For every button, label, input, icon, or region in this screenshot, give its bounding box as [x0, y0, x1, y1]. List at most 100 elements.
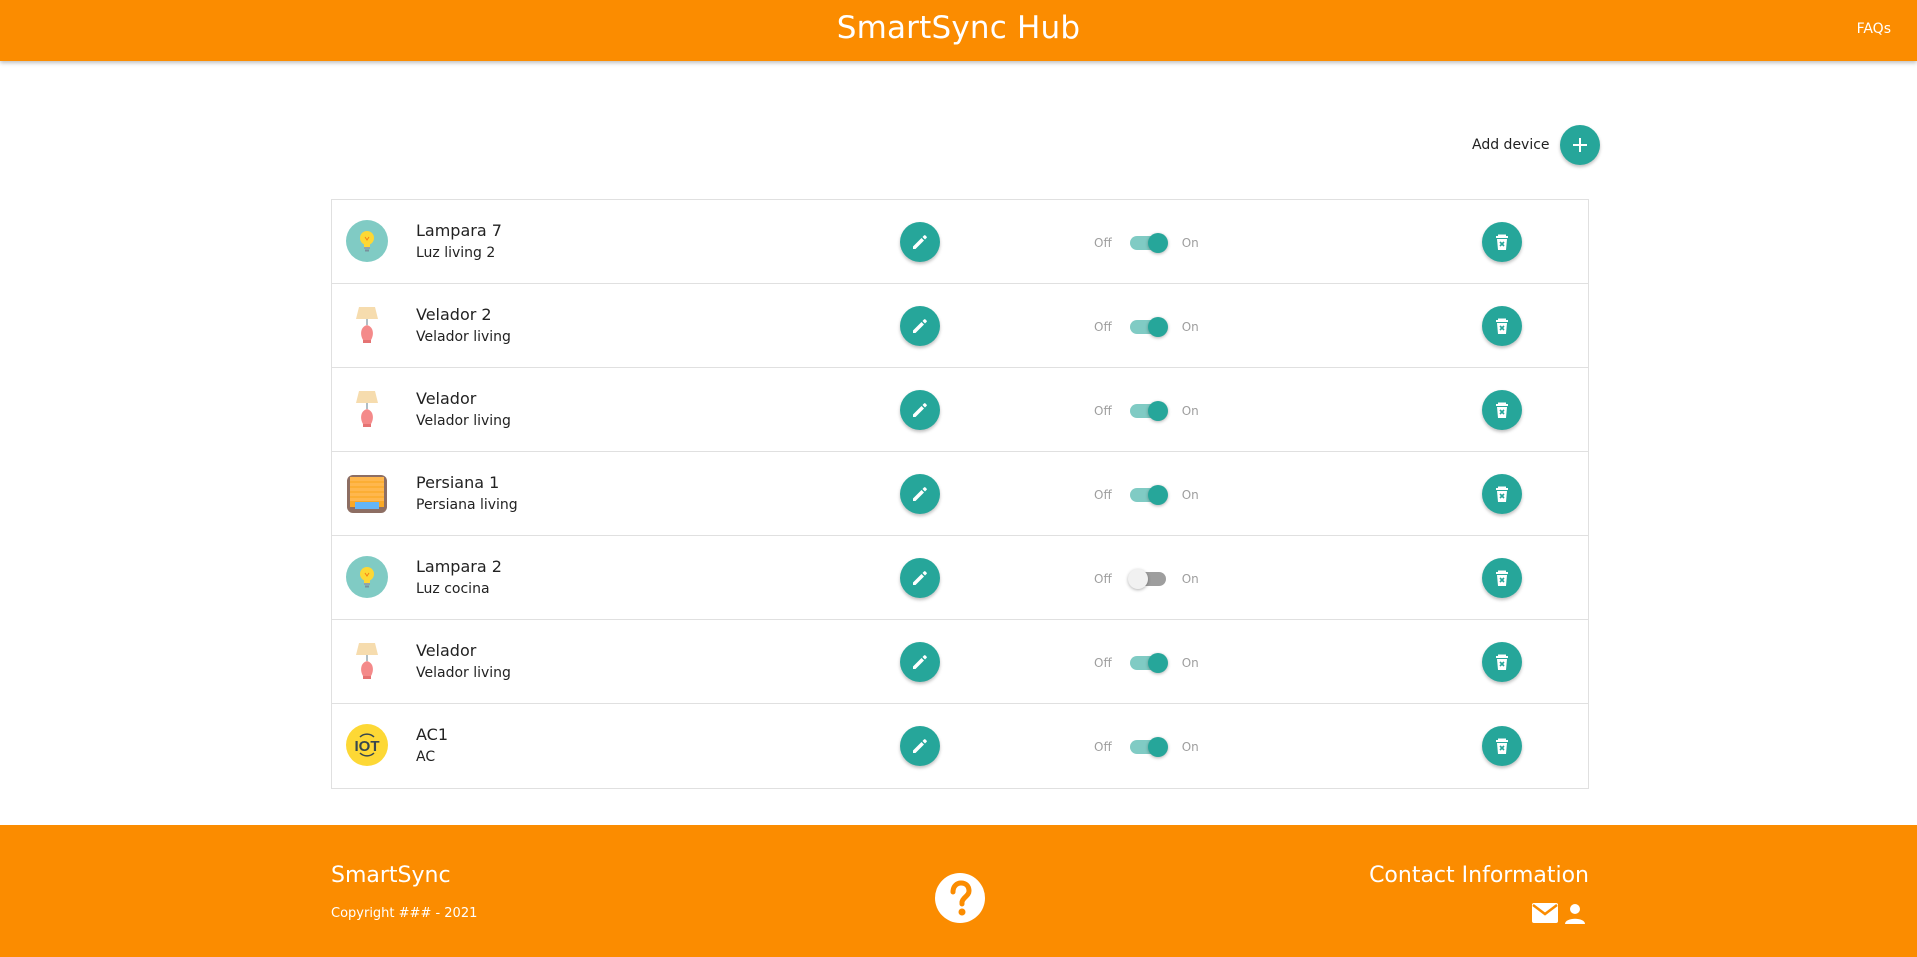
toggle-track[interactable]	[1129, 401, 1168, 421]
device-description: Luz cocina	[416, 581, 490, 597]
toggle-track[interactable]	[1129, 317, 1168, 337]
device-row-3: Velador Velador living Off On	[332, 368, 1588, 452]
power-toggle[interactable]: Off On	[1094, 233, 1214, 253]
toggle-track[interactable]	[1129, 485, 1168, 505]
device-description: Persiana living	[416, 497, 518, 513]
device-name: AC1	[416, 725, 449, 744]
trash-icon	[1496, 570, 1508, 586]
device-name: Lampara 2	[416, 557, 502, 576]
faqs-link[interactable]: FAQs	[1857, 21, 1891, 37]
device-description: Luz living 2	[416, 245, 496, 261]
toggle-on-label: On	[1181, 404, 1199, 418]
light-bulb-icon	[346, 220, 388, 262]
toggle-off-label: Off	[1094, 740, 1112, 754]
device-row-7: IOT AC1 AC Off On	[332, 704, 1588, 788]
table-lamp-icon	[346, 640, 388, 682]
device-description: AC	[416, 749, 436, 765]
delete-device-button[interactable]	[1482, 222, 1522, 262]
device-row-5: Lampara 2 Luz cocina Off On	[332, 536, 1588, 620]
device-name: Velador 2	[416, 305, 492, 324]
edit-device-button[interactable]	[900, 222, 940, 262]
device-name: Persiana 1	[416, 473, 500, 492]
footer-brand: SmartSync	[331, 863, 451, 888]
app-title: SmartSync Hub	[836, 10, 1081, 46]
edit-device-button[interactable]	[900, 558, 940, 598]
toggle-knob[interactable]	[1147, 317, 1168, 337]
power-toggle[interactable]: Off On	[1094, 737, 1214, 757]
toggle-on-label: On	[1181, 740, 1199, 754]
help-icon[interactable]	[935, 873, 985, 923]
edit-device-button[interactable]	[900, 306, 940, 346]
toggle-knob[interactable]	[1147, 401, 1168, 421]
toggle-track[interactable]	[1129, 233, 1168, 253]
pencil-icon	[913, 571, 927, 585]
top-app-bar: SmartSync Hub FAQs	[0, 0, 1917, 61]
toggle-knob[interactable]	[1147, 233, 1168, 253]
toggle-on-label: On	[1181, 656, 1199, 670]
plus-icon	[1573, 138, 1587, 152]
device-name: Lampara 7	[416, 221, 502, 240]
edit-device-button[interactable]	[900, 474, 940, 514]
toggle-knob[interactable]	[1127, 569, 1148, 589]
toggle-on-label: On	[1181, 236, 1199, 250]
delete-device-button[interactable]	[1482, 558, 1522, 598]
toggle-knob[interactable]	[1147, 653, 1168, 673]
edit-device-button[interactable]	[900, 390, 940, 430]
toggle-off-label: Off	[1094, 404, 1112, 418]
question-mark-icon	[950, 880, 972, 916]
pencil-icon	[913, 655, 927, 669]
device-list: Lampara 7 Luz living 2 Off On Velador 2 …	[331, 199, 1589, 789]
trash-icon	[1496, 738, 1508, 754]
toggle-off-label: Off	[1094, 572, 1112, 586]
footer-copyright: Copyright ### - 2021	[331, 906, 478, 921]
power-toggle[interactable]: Off On	[1094, 653, 1214, 673]
window-blind-icon	[346, 472, 388, 514]
toggle-off-label: Off	[1094, 656, 1112, 670]
delete-device-button[interactable]	[1482, 474, 1522, 514]
power-toggle[interactable]: Off On	[1094, 569, 1214, 589]
add-device-label: Add device	[1472, 137, 1550, 153]
delete-device-button[interactable]	[1482, 726, 1522, 766]
toggle-track[interactable]	[1129, 737, 1168, 757]
delete-device-button[interactable]	[1482, 390, 1522, 430]
edit-device-button[interactable]	[900, 726, 940, 766]
toggle-track[interactable]	[1129, 653, 1168, 673]
device-row-4: Persiana 1 Persiana living Off On	[332, 452, 1588, 536]
email-icon[interactable]	[1531, 902, 1559, 930]
toggle-knob[interactable]	[1147, 737, 1168, 757]
device-name: Velador	[416, 389, 477, 408]
pencil-icon	[913, 739, 927, 753]
delete-device-button[interactable]	[1482, 306, 1522, 346]
pencil-icon	[913, 319, 927, 333]
power-toggle[interactable]: Off On	[1094, 317, 1214, 337]
pencil-icon	[913, 403, 927, 417]
device-description: Velador living	[416, 329, 511, 345]
light-bulb-icon	[346, 556, 388, 598]
trash-icon	[1496, 402, 1508, 418]
power-toggle[interactable]: Off On	[1094, 485, 1214, 505]
trash-icon	[1496, 486, 1508, 502]
toggle-on-label: On	[1181, 572, 1199, 586]
device-description: Velador living	[416, 665, 511, 681]
add-device-button[interactable]	[1560, 125, 1600, 165]
delete-device-button[interactable]	[1482, 642, 1522, 682]
add-device-control[interactable]: Add device	[1472, 125, 1600, 165]
person-icon[interactable]	[1563, 902, 1587, 930]
device-description: Velador living	[416, 413, 511, 429]
power-toggle[interactable]: Off On	[1094, 401, 1214, 421]
device-row-2: Velador 2 Velador living Off On	[332, 284, 1588, 368]
contact-icons	[1531, 902, 1587, 930]
toggle-on-label: On	[1181, 320, 1199, 334]
pencil-icon	[913, 235, 927, 249]
pencil-icon	[913, 487, 927, 501]
trash-icon	[1496, 318, 1508, 334]
toggle-on-label: On	[1181, 488, 1199, 502]
toggle-knob[interactable]	[1147, 485, 1168, 505]
svg-text:IOT: IOT	[355, 738, 380, 755]
device-row-6: Velador Velador living Off On	[332, 620, 1588, 704]
toggle-track[interactable]	[1127, 569, 1166, 589]
toggle-off-label: Off	[1094, 488, 1112, 502]
trash-icon	[1496, 654, 1508, 670]
toggle-off-label: Off	[1094, 320, 1112, 334]
edit-device-button[interactable]	[900, 642, 940, 682]
